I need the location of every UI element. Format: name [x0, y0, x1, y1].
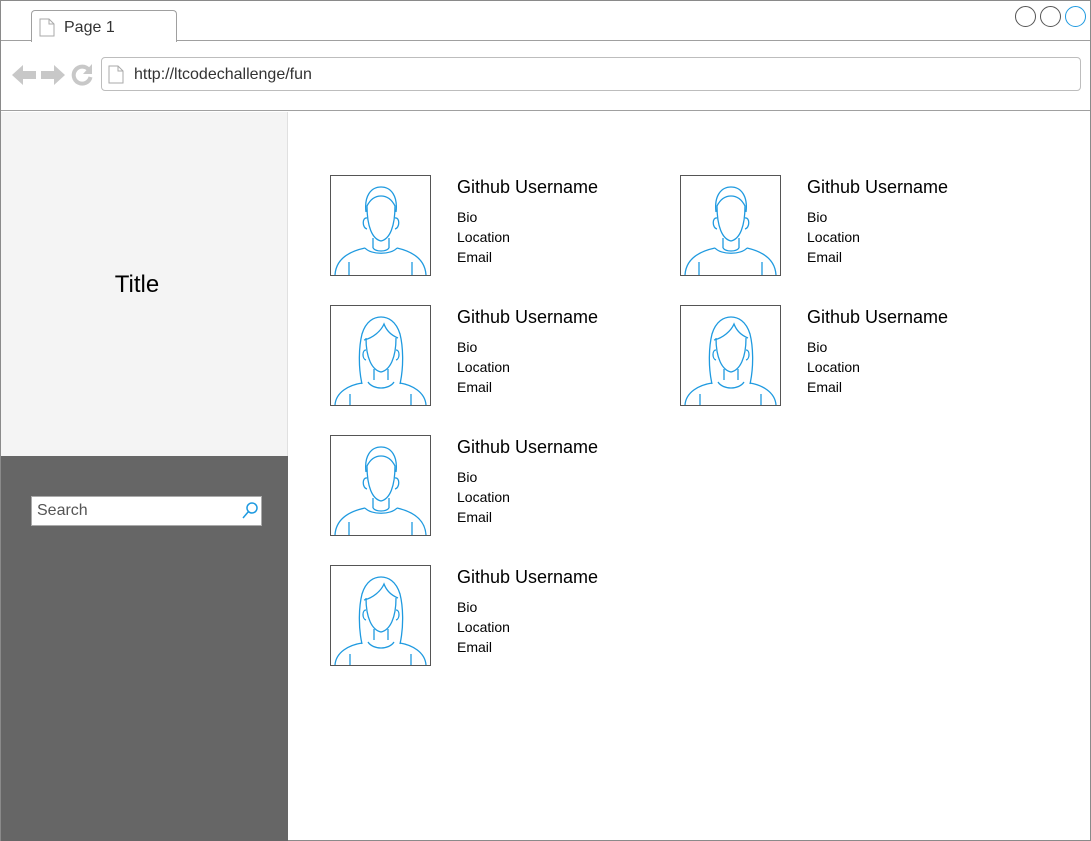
- male-avatar-icon: [334, 186, 427, 276]
- email: Email: [457, 509, 493, 525]
- username: Github Username: [807, 307, 949, 327]
- username: Github Username: [807, 177, 949, 197]
- bio: Bio: [807, 339, 828, 355]
- email: Email: [807, 249, 843, 265]
- email: Email: [457, 639, 493, 655]
- username: Github Username: [457, 437, 599, 457]
- user-card[interactable]: Github Username Bio Location Email: [330, 175, 650, 277]
- document-icon: [108, 65, 124, 84]
- email: Email: [807, 379, 843, 395]
- user-card[interactable]: Github Username Bio Location Email: [330, 435, 650, 537]
- location: Location: [807, 359, 860, 375]
- search-box: [31, 496, 262, 526]
- avatar: [330, 565, 431, 666]
- location: Location: [807, 229, 860, 245]
- female-avatar-icon: [684, 316, 777, 406]
- user-card[interactable]: Github Username Bio Location Email: [680, 305, 1000, 407]
- avatar: [330, 305, 431, 406]
- female-avatar-icon: [334, 316, 427, 406]
- reload-icon[interactable]: [71, 64, 95, 86]
- bio: Bio: [457, 599, 478, 615]
- maximize-button[interactable]: [1040, 6, 1061, 27]
- sidebar-panel: [1, 456, 288, 841]
- bio: Bio: [807, 209, 828, 225]
- sidebar-header: Title: [1, 112, 288, 456]
- username: Github Username: [457, 567, 599, 587]
- bio: Bio: [457, 339, 478, 355]
- female-avatar-icon: [334, 576, 427, 666]
- user-card[interactable]: Github Username Bio Location Email: [680, 175, 1000, 277]
- back-arrow-icon[interactable]: [11, 64, 37, 86]
- male-avatar-icon: [684, 186, 777, 276]
- avatar: [330, 435, 431, 536]
- forward-arrow-icon[interactable]: [40, 64, 66, 86]
- browser-window: Page 1 http://ltcodechallenge/fun Title: [0, 0, 1091, 841]
- search-icon[interactable]: [242, 502, 258, 520]
- tab-label: Page 1: [64, 19, 115, 36]
- tab-strip: Page 1: [1, 1, 1090, 42]
- email: Email: [457, 249, 493, 265]
- male-avatar-icon: [334, 446, 427, 536]
- avatar: [680, 305, 781, 406]
- avatar: [330, 175, 431, 276]
- username: Github Username: [457, 177, 599, 197]
- user-card[interactable]: Github Username Bio Location Email: [330, 305, 650, 407]
- tab-page-1[interactable]: Page 1: [31, 10, 177, 42]
- location: Location: [457, 229, 510, 245]
- minimize-button[interactable]: [1015, 6, 1036, 27]
- page-title: Title: [114, 271, 160, 298]
- bio: Bio: [457, 209, 478, 225]
- location: Location: [457, 489, 510, 505]
- close-button[interactable]: [1065, 6, 1086, 27]
- browser-toolbar: http://ltcodechallenge/fun: [1, 42, 1090, 111]
- user-card[interactable]: Github Username Bio Location Email: [330, 565, 650, 667]
- search-input[interactable]: [32, 497, 237, 525]
- location: Location: [457, 619, 510, 635]
- document-icon: [39, 18, 55, 37]
- email: Email: [457, 379, 493, 395]
- location: Location: [457, 359, 510, 375]
- url-text: http://ltcodechallenge/fun: [134, 66, 312, 83]
- avatar: [680, 175, 781, 276]
- address-bar[interactable]: http://ltcodechallenge/fun: [101, 57, 1081, 91]
- username: Github Username: [457, 307, 599, 327]
- bio: Bio: [457, 469, 478, 485]
